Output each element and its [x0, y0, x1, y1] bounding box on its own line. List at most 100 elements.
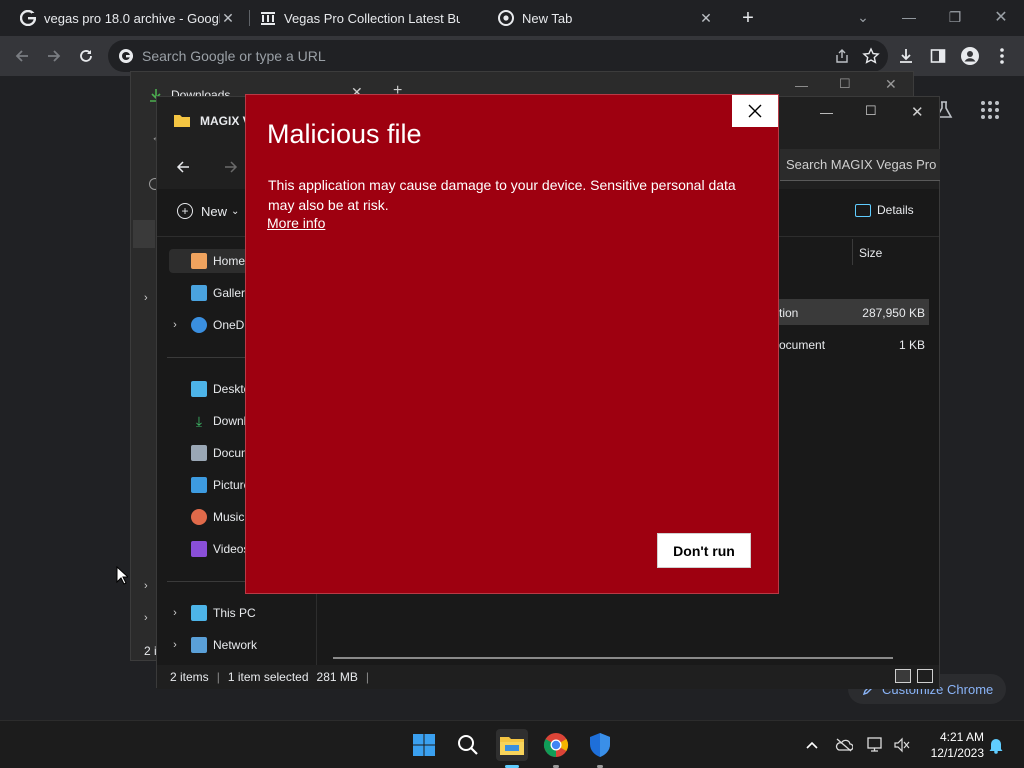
chrome-icon [498, 10, 514, 26]
sidebar-item-desktop[interactable]: Deskto [169, 377, 250, 401]
download-icon[interactable] [892, 42, 920, 70]
google-icon [20, 10, 36, 26]
more-info-link[interactable]: More info [267, 215, 325, 231]
file-row[interactable]: ocument 1 KB [779, 331, 929, 357]
forward-arrow-icon[interactable] [223, 159, 239, 175]
chevron-right-icon[interactable]: › [144, 612, 148, 624]
details-button[interactable]: Details [855, 203, 914, 217]
profile-avatar-icon[interactable] [956, 42, 984, 70]
gallery-icon [191, 285, 207, 301]
plus-circle-icon: + [177, 203, 193, 219]
dialog-close-button[interactable] [732, 95, 778, 127]
back-arrow-icon[interactable] [8, 42, 36, 70]
tab-new-tab[interactable]: New Tab ✕ [490, 4, 722, 32]
search-icon[interactable] [452, 729, 484, 761]
side-panel-icon[interactable] [924, 42, 952, 70]
file-explorer-taskbar-icon[interactable] [496, 729, 528, 761]
sidebar-item-network[interactable]: › Network [169, 633, 257, 657]
minimize-button[interactable]: — [820, 105, 833, 120]
sidebar-item-this-pc[interactable]: › This PC [169, 601, 256, 625]
maximize-button[interactable]: ☐ [865, 103, 877, 119]
dialog-message: This application may cause damage to you… [268, 177, 736, 213]
close-icon [748, 104, 762, 118]
new-button[interactable]: + New ⌄ [177, 203, 239, 219]
tiles-view-icon[interactable] [917, 669, 933, 683]
explorer-status-bar: 2 items | 1 item selected 281 MB | [157, 665, 939, 689]
malicious-file-dialog: Malicious file This application may caus… [245, 94, 779, 594]
notification-bell-icon[interactable] [986, 735, 1006, 755]
chevron-up-icon[interactable] [802, 735, 822, 755]
omnibox-placeholder: Search Google or type a URL [142, 48, 326, 64]
tab-vegas-collection[interactable]: Vegas Pro Collection Latest Builds [252, 4, 484, 32]
back-arrow-icon[interactable] [175, 159, 191, 175]
sidebar-item-onedrive[interactable]: › OneDr [169, 313, 248, 337]
chrome-tab-strip: vegas pro 18.0 archive - Google Se ✕ Veg… [0, 0, 1024, 36]
windows-start-icon[interactable] [408, 729, 440, 761]
maximize-button[interactable]: ☐ [839, 76, 851, 92]
new-tab-button[interactable]: + [736, 4, 760, 32]
network-icon[interactable] [866, 735, 886, 755]
chrome-toolbar: Search Google or type a URL [0, 36, 1024, 76]
dont-run-button[interactable]: Don't run [657, 533, 751, 568]
tab-search-chevron-icon[interactable]: ⌄ [840, 0, 886, 34]
sidebar-item-gallery[interactable]: Gallery [169, 281, 251, 305]
chevron-right-icon[interactable]: › [144, 292, 148, 304]
explorer-search-box[interactable]: Search MAGIX Vegas Pro [780, 149, 940, 181]
chevron-right-icon[interactable]: › [169, 639, 181, 651]
restore-button[interactable]: ❐ [932, 0, 978, 34]
windows-security-shield-icon[interactable] [584, 729, 616, 761]
chevron-right-icon[interactable]: › [169, 319, 181, 331]
sidebar-item-music[interactable]: Music [169, 505, 244, 529]
volume-muted-icon[interactable] [892, 735, 912, 755]
minimize-button[interactable]: — [886, 0, 932, 34]
clock-date: 12/1/2023 [930, 746, 984, 760]
chevron-right-icon[interactable]: › [144, 580, 148, 592]
column-divider [852, 239, 853, 265]
onedrive-offline-icon[interactable] [834, 735, 854, 755]
close-window-button[interactable]: ✕ [978, 0, 1024, 34]
clock-time: 4:21 AM [939, 730, 984, 744]
sidebar-item-label: Home [213, 254, 246, 268]
sidebar-item-documents[interactable]: Docum [169, 441, 251, 465]
omnibox[interactable]: Search Google or type a URL [108, 40, 888, 72]
minimize-button[interactable]: — [795, 78, 808, 93]
mouse-cursor-icon [116, 566, 128, 585]
sidebar-item-pictures[interactable]: Picture [169, 473, 250, 497]
chrome-menu-icon[interactable] [988, 42, 1016, 70]
status-size: 281 MB [316, 670, 358, 684]
sidebar-item-label: Music [213, 510, 245, 524]
forward-arrow-icon[interactable] [40, 42, 68, 70]
apps-grid-icon[interactable] [980, 100, 1000, 120]
new-button-label: New [201, 203, 228, 219]
chrome-icon[interactable] [540, 729, 572, 761]
file-size-cell: 1 KB [898, 338, 925, 352]
onedrive-cloud-icon [191, 317, 207, 333]
reload-icon[interactable] [72, 42, 100, 70]
file-row-selected[interactable]: tion 287,950 KB [779, 299, 929, 325]
sidebar-item-label: Network [213, 638, 258, 652]
horizontal-scrollbar[interactable] [333, 657, 893, 659]
sidebar-item-videos[interactable]: Videos [169, 537, 249, 561]
close-window-button[interactable]: ✕ [885, 76, 897, 93]
chevron-right-icon[interactable]: › [169, 607, 181, 619]
column-header-size[interactable]: Size [859, 246, 882, 260]
close-window-button[interactable]: ✕ [911, 103, 924, 121]
document-icon [191, 445, 207, 461]
bookmark-star-icon[interactable] [862, 47, 880, 65]
folder-icon [173, 112, 191, 128]
sidebar-item-downloads[interactable]: ⤓ Downl [169, 409, 246, 433]
tab-close-icon[interactable] [460, 10, 476, 26]
tab-close-icon[interactable]: ✕ [220, 10, 236, 26]
videos-icon [191, 541, 207, 557]
taskbar-clock[interactable]: 4:21 AM 12/1/2023 [920, 729, 984, 761]
details-view-icon[interactable] [895, 669, 911, 683]
tab-title: New Tab [522, 10, 573, 26]
file-size-cell: 287,950 KB [862, 306, 925, 320]
sidebar-item-label: OneDr [213, 318, 249, 332]
explorer-search-placeholder: Search MAGIX Vegas Pro [786, 157, 937, 172]
file-type-cell: tion [779, 306, 799, 320]
downloads-status-text: 2 i [144, 644, 157, 658]
share-icon[interactable] [834, 48, 850, 64]
tab-close-icon[interactable]: ✕ [698, 10, 714, 26]
tab-google-search[interactable]: vegas pro 18.0 archive - Google Se ✕ [12, 4, 244, 32]
